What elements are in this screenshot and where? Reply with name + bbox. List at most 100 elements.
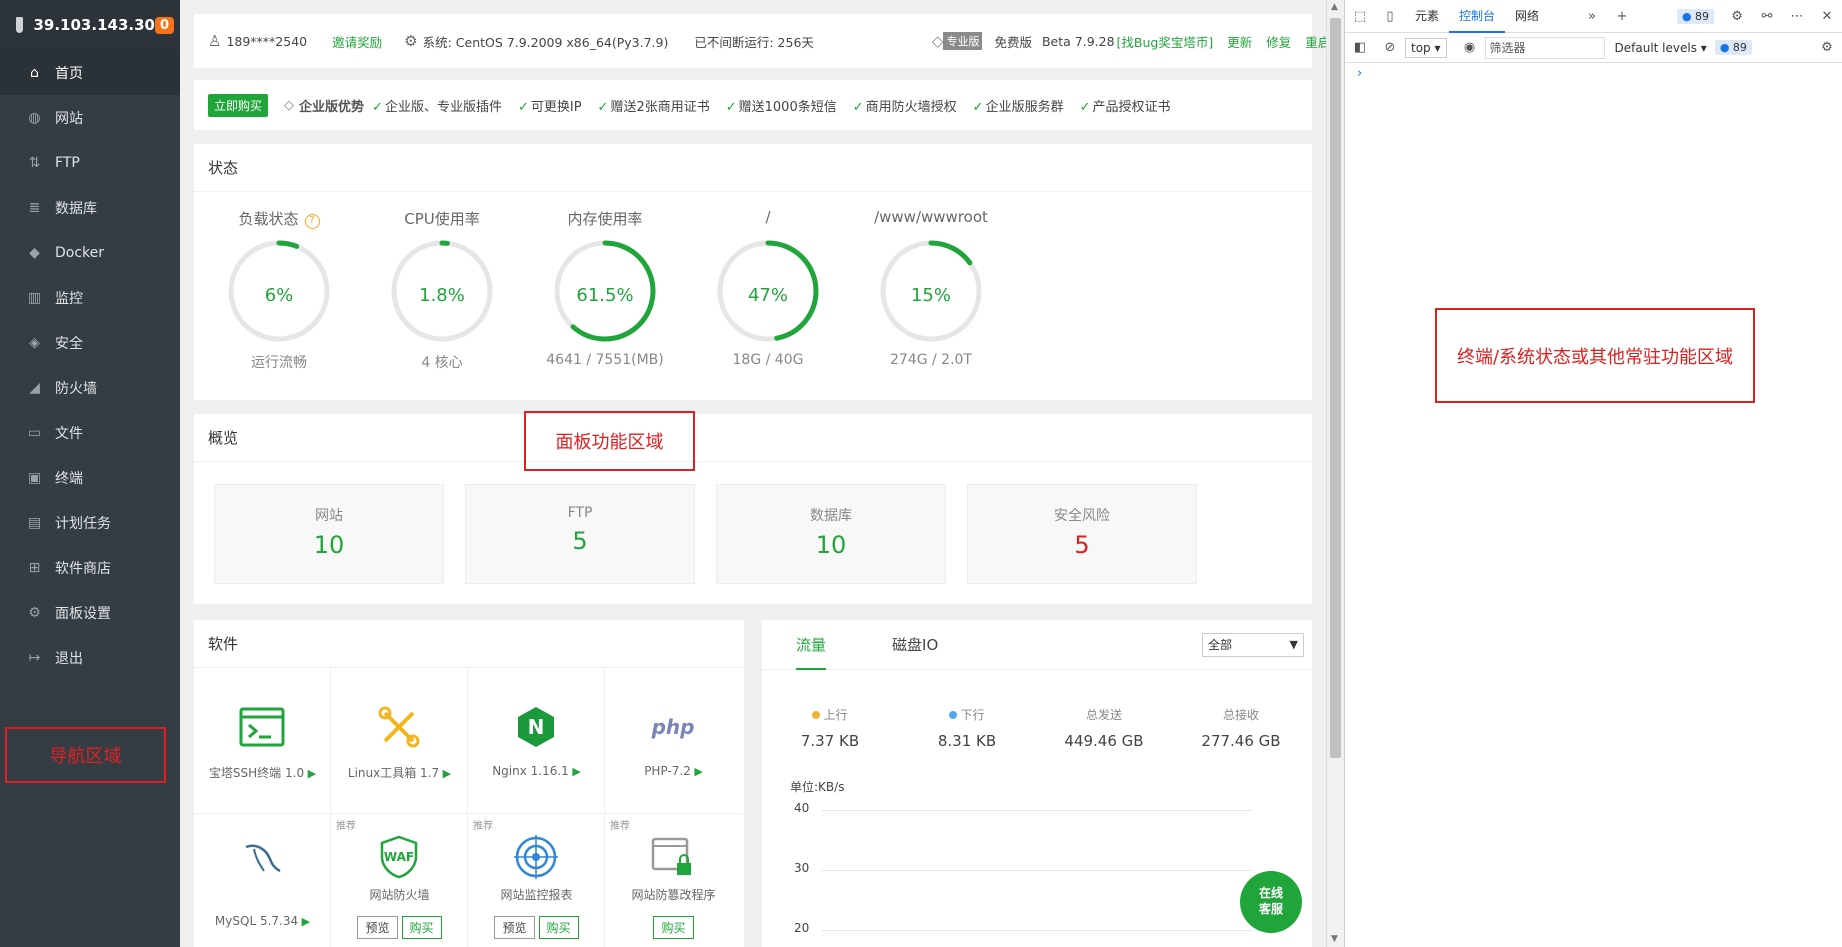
console-settings-icon[interactable]: ⚙ [1812, 40, 1842, 55]
overview-box[interactable]: 数据库 10 [716, 484, 946, 584]
sidebar-item-home[interactable]: ⌂ 首页 [0, 50, 180, 95]
grid-line [822, 810, 1252, 811]
sidebar-item-ftp[interactable]: ⇅ FTP [0, 140, 180, 185]
software-name-text: 宝塔SSH终端 1.0 [208, 766, 305, 780]
sidebar-item-label: 面板设置 [55, 605, 111, 622]
tab-disk-io[interactable]: 磁盘IO [892, 620, 938, 670]
pro-edition-badge[interactable]: 专业版 [943, 32, 983, 50]
more-tabs-icon[interactable]: » [1577, 9, 1607, 24]
customize-icon[interactable]: ⚯ [1752, 9, 1782, 24]
add-tab-icon[interactable]: + [1607, 9, 1637, 24]
check-icon: ✓ [1079, 99, 1091, 115]
message-count-badge[interactable]: 0 [154, 16, 174, 34]
overview-box[interactable]: 安全风险 5 [967, 484, 1197, 584]
page-scrollbar[interactable]: ▲ ▼ [1326, 0, 1344, 947]
software-name-text: 网站防火墙 [369, 888, 430, 902]
sidebar-item-firewall[interactable]: ◢ 防火墙 [0, 365, 180, 410]
sidebar-item-security[interactable]: ◈ 安全 [0, 320, 180, 365]
sidebar-item-logout[interactable]: ↦ 退出 [0, 635, 180, 680]
more-options-icon[interactable]: ⋯ [1782, 9, 1812, 24]
scroll-up-icon[interactable]: ▲ [1331, 2, 1338, 12]
bug-bounty-link[interactable]: [找Bug奖宝塔币] [1117, 32, 1214, 51]
buy-button[interactable]: 购买 [538, 916, 579, 939]
php-logo-text: php [651, 715, 695, 739]
sidebar-item-settings[interactable]: ⚙ 面板设置 [0, 590, 180, 635]
help-icon[interactable]: ? [304, 214, 320, 229]
overview-label: 安全风险 [1054, 508, 1110, 524]
play-icon[interactable]: ▶ [691, 765, 702, 778]
preview-button[interactable]: 预览 [494, 916, 535, 939]
software-item[interactable]: N Nginx 1.16.1 ▶ [468, 668, 605, 814]
monitor-icon: ▥ [27, 289, 42, 306]
scroll-down-icon[interactable]: ▼ [1331, 934, 1338, 944]
software-name: 网站防篡改程序 [605, 886, 742, 903]
tools-icon [374, 702, 424, 752]
issues-badge[interactable]: ● 89 [1676, 8, 1715, 24]
user-account[interactable]: 189****2540 [226, 34, 307, 49]
traffic-stat-label-text: 上行 [823, 708, 848, 722]
top-info-bar: ♙ 189****2540 邀请奖励 ⚙ 系统: CentOS 7.9.2009… [194, 14, 1326, 68]
software-item[interactable]: 宝塔SSH终端 1.0 ▶ [194, 668, 331, 814]
context-select[interactable]: top ▾ [1405, 37, 1447, 58]
software-item[interactable]: 推荐 网站防篡改程序 购买 [605, 814, 742, 947]
scrollbar-thumb[interactable] [1330, 18, 1341, 758]
close-icon[interactable]: ✕ [1812, 9, 1842, 24]
tab-console[interactable]: 控制台 [1448, 0, 1505, 33]
play-icon[interactable]: ▶ [439, 767, 451, 780]
terminal-icon: ▣ [27, 469, 42, 486]
promo-feature-label: 企业版服务群 [985, 99, 1064, 115]
repair-link[interactable]: 修复 [1266, 32, 1291, 51]
device-toggle-icon[interactable]: ▯ [1375, 9, 1405, 24]
issues-badge-2[interactable]: ● 89 [1714, 40, 1752, 55]
software-item[interactable]: MySQL 5.7.34 ▶ [194, 814, 331, 947]
promo-feature: ✓ 赠送1000条短信 [726, 100, 837, 115]
buy-button[interactable]: 购买 [401, 916, 442, 939]
software-item[interactable]: php PHP-7.2 ▶ [605, 668, 742, 814]
online-support-button[interactable]: 在线 客服 [1240, 871, 1302, 933]
sidebar-item-docker[interactable]: ◆ Docker [0, 230, 180, 275]
invite-reward-link[interactable]: 邀请奖励 [332, 32, 382, 51]
overview-box[interactable]: FTP 5 [465, 484, 695, 584]
traffic-stat-label-text: 总接收 [1222, 708, 1259, 722]
software-item[interactable]: 推荐 网站监控报表 预览 购买 [468, 814, 605, 947]
interface-select[interactable]: 全部 ▼ [1202, 633, 1304, 657]
console-prompt[interactable]: › [1357, 66, 1362, 81]
buy-now-button[interactable]: 立即购买 [208, 93, 269, 117]
update-link[interactable]: 更新 [1227, 32, 1252, 51]
tab-elements[interactable]: 元素 [1405, 0, 1449, 33]
system-info: 系统: CentOS 7.9.2009 x86_64(Py3.7.9) [422, 34, 669, 50]
overview-box[interactable]: 网站 10 [214, 484, 444, 584]
log-levels-select[interactable]: Default levels ▾ [1615, 41, 1707, 55]
clear-console-icon[interactable]: ⊘ [1375, 40, 1405, 55]
sidebar-item-files[interactable]: ▭ 文件 [0, 410, 180, 455]
software-buttons: 购买 [605, 916, 742, 939]
sidebar-item-database[interactable]: ≣ 数据库 [0, 185, 180, 230]
play-icon[interactable]: ▶ [298, 915, 310, 928]
preview-button[interactable]: 预览 [357, 916, 398, 939]
sidebar-item-monitor[interactable]: ▥ 监控 [0, 275, 180, 320]
sidebar-item-label: 计划任务 [55, 515, 111, 532]
play-icon[interactable]: ▶ [569, 765, 580, 778]
main-content: ♙ 189****2540 邀请奖励 ⚙ 系统: CentOS 7.9.2009… [180, 0, 1326, 947]
play-icon[interactable]: ▶ [304, 767, 316, 780]
sidebar-item-label: 首页 [55, 65, 83, 82]
overview-card: 概览 网站 10 FTP 5 数据库 10 安全风险 5 [194, 414, 1312, 604]
gauge-subtext: 4641 / 7551(MB) [546, 352, 664, 368]
console-toolbar: ◧ ⊘ top ▾ ◉ 筛选器 Default levels ▾ ● 89 ⚙ [1345, 33, 1842, 63]
logout-icon: ↦ [28, 649, 41, 666]
restart-link[interactable]: 重启 [1305, 32, 1326, 51]
tab-traffic[interactable]: 流量 [796, 620, 827, 670]
sidebar-item-terminal[interactable]: ▣ 终端 [0, 455, 180, 500]
console-filter-input[interactable]: 筛选器 [1484, 36, 1605, 59]
sidebar-item-cron[interactable]: ▤ 计划任务 [0, 500, 180, 545]
sidebar-item-website[interactable]: ◍ 网站 [0, 95, 180, 140]
eye-icon[interactable]: ◉ [1455, 40, 1485, 55]
settings-gear-icon[interactable]: ⚙ [1722, 9, 1752, 24]
sidebar-item-store[interactable]: ⊞ 软件商店 [0, 545, 180, 590]
software-item[interactable]: Linux工具箱 1.7 ▶ [331, 668, 468, 814]
tab-network[interactable]: 网络 [1505, 0, 1549, 33]
buy-button[interactable]: 购买 [653, 916, 694, 939]
sidebar-toggle-icon[interactable]: ◧ [1345, 40, 1375, 55]
inspect-icon[interactable]: ⬚ [1345, 9, 1375, 24]
software-item[interactable]: 推荐 WAF 网站防火墙 预览 购买 [331, 814, 468, 947]
